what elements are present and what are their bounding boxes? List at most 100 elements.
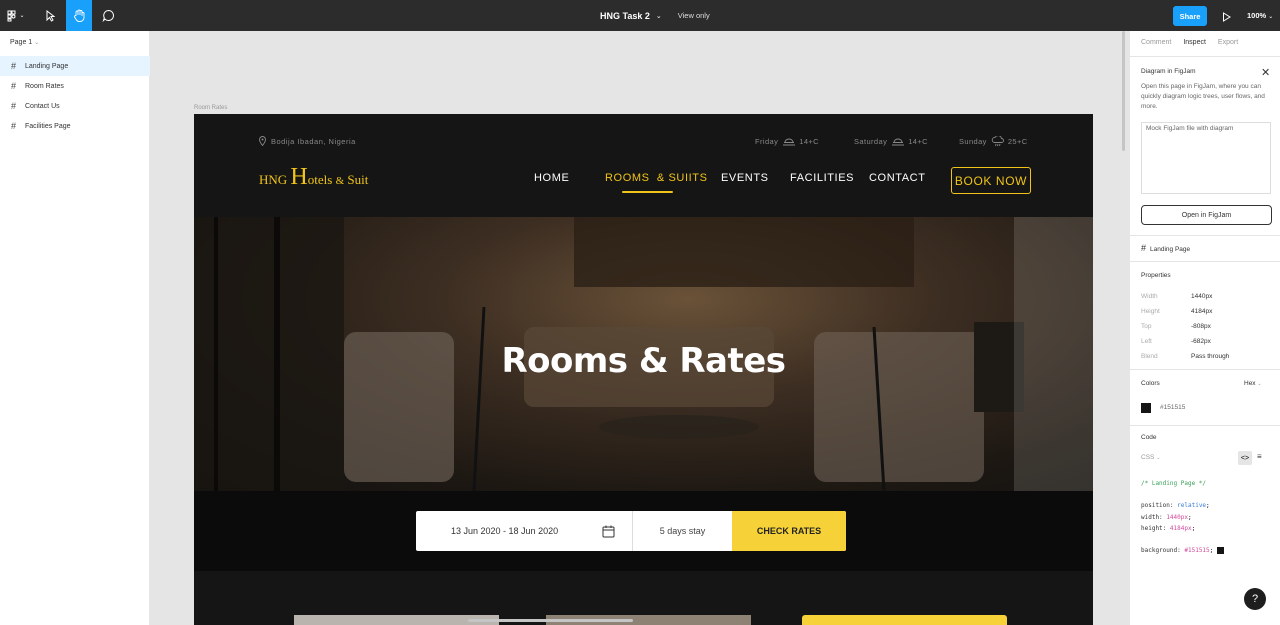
tab-export[interactable]: Export bbox=[1218, 39, 1238, 46]
present-icon[interactable] bbox=[1222, 9, 1231, 27]
panel-tabs: Comment Inspect Export bbox=[1141, 39, 1250, 46]
weather-day: Sunday bbox=[959, 137, 987, 146]
booking-bar: 13 Jun 2020 - 18 Jun 2020 5 days stay CH… bbox=[416, 511, 846, 551]
code-title: Code bbox=[1141, 434, 1157, 441]
weather-day: Saturday bbox=[854, 136, 888, 146]
canvas[interactable]: Room Rates Bodija Ibadan, Nigeria Friday… bbox=[151, 31, 1129, 625]
prop-value[interactable]: 1440px bbox=[1191, 293, 1212, 300]
close-icon[interactable]: ✕ bbox=[1261, 66, 1270, 79]
color-swatch[interactable] bbox=[1141, 403, 1151, 413]
code-language-select[interactable]: CSS ⌄ bbox=[1141, 454, 1160, 461]
code-key: position: bbox=[1141, 502, 1174, 509]
vertical-scrollbar[interactable] bbox=[1122, 31, 1125, 151]
code-view-icon[interactable]: <> bbox=[1238, 451, 1252, 465]
toolbar-tools: ⌄ bbox=[0, 0, 121, 31]
code-line-height: height: 4184px; bbox=[1141, 525, 1196, 532]
layer-room-rates[interactable]: # Room Rates bbox=[0, 76, 150, 96]
nav-contact[interactable]: CONTACT bbox=[869, 172, 926, 184]
nav-facilities[interactable]: FACILITIES bbox=[790, 172, 854, 184]
page-chevron-icon: ⌄ bbox=[34, 40, 40, 46]
cloudy-icon bbox=[783, 138, 796, 146]
layer-facilities-page[interactable]: # Facilities Page bbox=[0, 116, 150, 136]
zoom-value: 100% bbox=[1247, 11, 1267, 20]
share-button[interactable]: Share bbox=[1173, 6, 1207, 26]
list-view-icon[interactable]: ≡ bbox=[1257, 452, 1262, 461]
weather-friday: Friday 14+C bbox=[755, 136, 819, 146]
code-line-background: background: #151515; bbox=[1141, 547, 1224, 554]
frame-label[interactable]: Room Rates bbox=[194, 105, 227, 111]
comment-icon[interactable] bbox=[95, 0, 121, 31]
divider bbox=[1130, 56, 1280, 57]
promo-card bbox=[802, 615, 1007, 625]
code-key: background: bbox=[1141, 547, 1181, 554]
tab-comment[interactable]: Comment bbox=[1141, 39, 1171, 46]
nav-home[interactable]: HOME bbox=[534, 172, 569, 184]
zoom-level[interactable]: 100% ⌄ bbox=[1247, 11, 1273, 20]
page-select-label: Page 1 bbox=[10, 39, 33, 46]
color-chip bbox=[1216, 547, 1224, 554]
layer-landing-page[interactable]: # Landing Page bbox=[0, 56, 150, 76]
prop-key: Top bbox=[1141, 323, 1152, 330]
location-pin-icon bbox=[259, 136, 266, 146]
broken-image-alt: Mock FigJam file with diagram bbox=[1146, 125, 1234, 132]
layer-label: Facilities Page bbox=[25, 122, 71, 130]
figjam-title: Diagram in FigJam bbox=[1141, 68, 1196, 75]
nav-active-indicator bbox=[622, 191, 673, 193]
weather-temp: 14+C bbox=[908, 136, 928, 146]
weather-temp: 25+C bbox=[1007, 137, 1028, 146]
nav-rooms-suites[interactable]: ROOMS & SUIITS bbox=[605, 172, 708, 184]
prop-value[interactable]: 4184px bbox=[1191, 308, 1212, 315]
booking-section: 13 Jun 2020 - 18 Jun 2020 5 days stay CH… bbox=[194, 491, 1093, 571]
date-range-text: 13 Jun 2020 - 18 Jun 2020 bbox=[451, 526, 559, 536]
date-range-field[interactable]: 13 Jun 2020 - 18 Jun 2020 bbox=[416, 511, 633, 551]
weather-temp: 14+C bbox=[799, 136, 819, 146]
horizontal-scrollbar[interactable] bbox=[468, 619, 633, 622]
hero-title: Rooms & Rates bbox=[501, 341, 786, 381]
check-rates-button[interactable]: CHECK RATES bbox=[732, 511, 846, 551]
help-button[interactable]: ? bbox=[1244, 588, 1266, 610]
room-rates-frame[interactable]: Bodija Ibadan, Nigeria Friday 14+C Satur… bbox=[194, 114, 1093, 625]
tab-inspect[interactable]: Inspect bbox=[1183, 39, 1206, 46]
figjam-preview-image: Mock FigJam file with diagram bbox=[1141, 122, 1271, 194]
figma-menu-icon[interactable]: ⌄ bbox=[3, 0, 29, 31]
chevron-down-icon[interactable]: ⌄ bbox=[656, 12, 662, 20]
view-mode-label: View only bbox=[677, 11, 710, 20]
color-value[interactable]: #151515 bbox=[1160, 404, 1185, 411]
file-title-area: HNG Task 2 ⌄ View only bbox=[600, 0, 710, 31]
move-icon[interactable] bbox=[37, 0, 63, 31]
stay-length-field[interactable]: 5 days stay bbox=[633, 511, 732, 551]
page-selector[interactable]: Page 1 ⌄ bbox=[10, 39, 39, 46]
code-value: 1440px bbox=[1166, 514, 1188, 521]
location-text: Bodija Ibadan, Nigeria bbox=[271, 136, 356, 146]
location: Bodija Ibadan, Nigeria bbox=[259, 136, 356, 146]
color-format-select[interactable]: Hex ⌄ bbox=[1244, 380, 1262, 387]
code-line-position: position: relative; bbox=[1141, 502, 1210, 509]
weather-sunday: Sunday 25+C bbox=[959, 136, 1028, 147]
calendar-icon[interactable] bbox=[602, 525, 615, 538]
divider bbox=[1130, 261, 1280, 262]
frame-icon: # bbox=[11, 81, 17, 91]
book-now-button[interactable]: BOOK NOW bbox=[951, 167, 1031, 194]
chevron-down-icon: ⌄ bbox=[1156, 455, 1161, 461]
hotel-logo[interactable]: HNG Hotels & Suit bbox=[259, 164, 368, 191]
nav-events[interactable]: EVENTS bbox=[721, 172, 769, 184]
frame-icon: # bbox=[1141, 243, 1147, 253]
prop-key: Blend bbox=[1141, 353, 1158, 360]
frame-icon: # bbox=[11, 61, 17, 71]
logo-initial: H bbox=[290, 164, 308, 190]
selection-name: # Landing Page bbox=[1141, 243, 1190, 253]
properties-title: Properties bbox=[1141, 272, 1171, 279]
prop-value[interactable]: -808px bbox=[1191, 323, 1211, 330]
file-title[interactable]: HNG Task 2 bbox=[600, 11, 650, 21]
prop-value[interactable]: -682px bbox=[1191, 338, 1211, 345]
layer-label: Contact Us bbox=[25, 102, 60, 110]
prop-key: Left bbox=[1141, 338, 1152, 345]
open-in-figjam-button[interactable]: Open in FigJam bbox=[1141, 205, 1272, 225]
frame-icon: # bbox=[11, 101, 17, 111]
prop-value[interactable]: Pass through bbox=[1191, 353, 1229, 360]
layer-contact-us[interactable]: # Contact Us bbox=[0, 96, 150, 116]
hand-icon[interactable] bbox=[66, 0, 92, 31]
logo-part: otels bbox=[307, 172, 336, 187]
frame-icon: # bbox=[11, 121, 17, 131]
colors-title: Colors bbox=[1141, 380, 1160, 387]
